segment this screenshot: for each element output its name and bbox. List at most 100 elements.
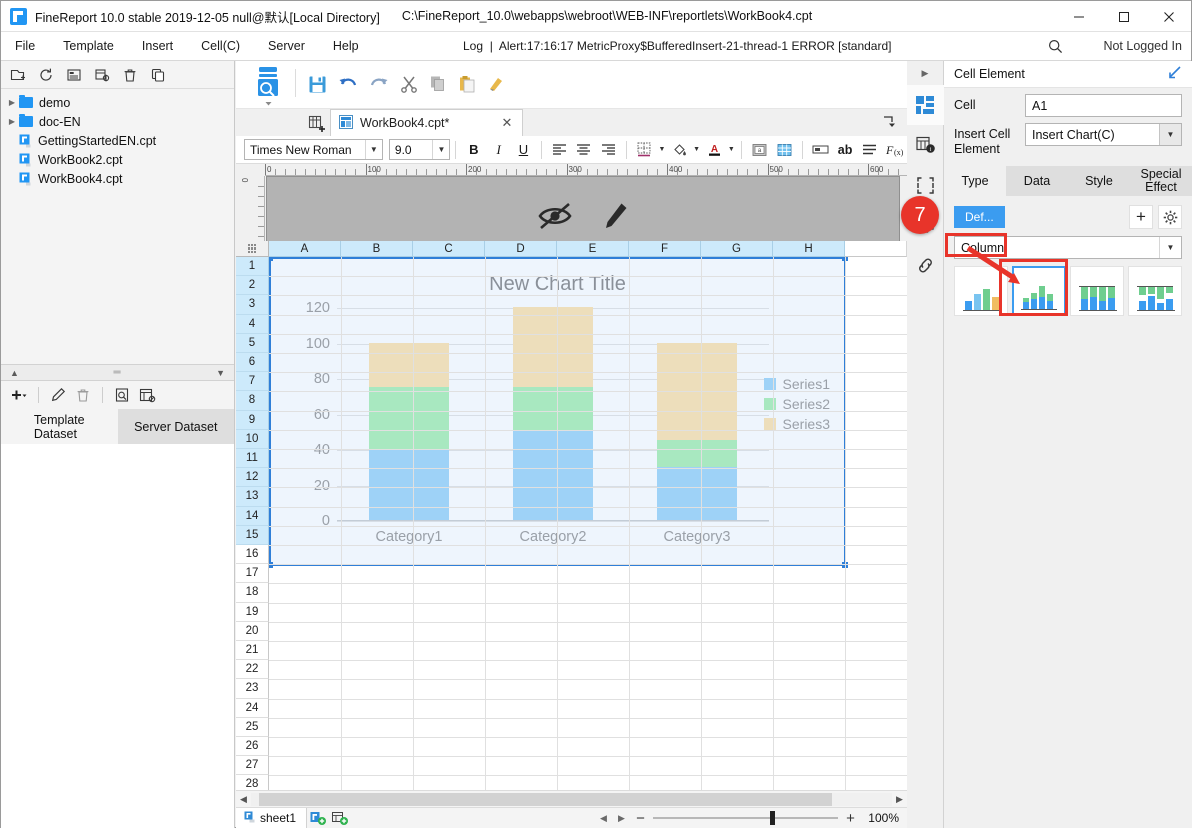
preview-icon[interactable] [249,64,289,109]
plus-icon[interactable]: + [1129,205,1153,229]
hide-eye-icon[interactable] [537,201,573,234]
undo-icon[interactable] [335,71,361,97]
expand-arrow-icon[interactable] [1167,65,1182,83]
chevron-down-icon[interactable]: ▼ [432,140,449,159]
menu-item-help[interactable]: Help [319,32,373,61]
chevron-right-icon[interactable]: ▶ [5,98,19,107]
chart-bar-segment[interactable] [369,386,449,449]
collapse-arrow-icon[interactable]: ▶ [907,61,943,85]
chart-bar-segment[interactable] [369,342,449,387]
text-ab-icon[interactable]: ab [833,138,858,162]
copy-icon[interactable] [425,71,451,97]
config-icon[interactable] [91,64,113,86]
next-sheet-icon[interactable]: ▶ [615,813,628,824]
minimize-button[interactable] [1056,1,1101,32]
horizontal-ruler[interactable]: 0 100 200 300 400 500 600 [265,164,907,176]
chart-bar-segment[interactable] [513,307,593,387]
chevron-down-icon[interactable]: ▼ [1159,237,1181,258]
column-header-g[interactable]: G [701,241,773,257]
cell-attribute-icon[interactable]: i [907,125,944,165]
row-header-16[interactable]: 16 [236,545,269,565]
delete-icon[interactable] [119,64,141,86]
chart-bar-segment[interactable] [369,449,449,520]
cell-attr-icon[interactable] [808,138,833,162]
close-button[interactable] [1146,1,1191,32]
column-header-f[interactable]: F [629,241,701,257]
row-header-26[interactable]: 26 [236,737,269,757]
select-all-corner[interactable] [236,241,269,257]
scroll-thumb[interactable] [259,792,832,806]
row-header-10[interactable]: 10 [236,429,269,449]
collapse-down-icon[interactable]: ▼ [216,368,225,378]
column-header-c[interactable]: C [413,241,485,257]
chevron-down-icon[interactable]: ▼ [726,146,736,153]
font-family-select[interactable]: Times New Roman ▼ [244,139,383,160]
row-header-8[interactable]: 8 [236,391,269,411]
tree-node-gettingstarted[interactable]: GettingStartedEN.cpt [1,131,234,150]
border-icon[interactable] [632,138,657,162]
insert-cell-element-select[interactable]: Insert Chart(C) ▼ [1025,123,1182,146]
scroll-right-icon[interactable]: ▶ [892,794,907,805]
add-dataset-icon[interactable] [8,384,30,406]
column-header-h[interactable]: H [773,241,845,257]
row-header-11[interactable]: 11 [236,449,269,469]
chart-bar-segment[interactable] [657,440,737,467]
row-header-17[interactable]: 17 [236,564,269,584]
menu-item-file[interactable]: File [1,32,49,61]
preview-dataset-icon[interactable] [111,384,133,406]
refresh-icon[interactable] [35,64,57,86]
new-sheet-icon[interactable] [304,111,329,136]
hyperlink-icon[interactable] [907,245,944,285]
row-header-12[interactable]: 12 [236,468,269,488]
row-header-9[interactable]: 9 [236,410,269,430]
row-header-4[interactable]: 4 [236,314,269,334]
underline-button[interactable]: U [511,138,536,162]
row-header-1[interactable]: 1 [236,257,269,277]
close-icon[interactable]: ✕ [500,115,514,131]
column-header-d[interactable]: D [485,241,557,257]
formula-icon[interactable]: F (x) [882,138,907,162]
search-icon[interactable] [1048,39,1063,54]
row-header-13[interactable]: 13 [236,487,269,507]
tab-template-dataset[interactable]: Template Dataset [1,409,118,444]
row-header-21[interactable]: 21 [236,641,269,661]
fill-color-icon[interactable] [667,138,692,162]
resize-handle-nw[interactable] [269,257,273,261]
tree-node-demo[interactable]: ▶ demo [1,93,234,112]
cell-input[interactable]: A1 [1025,94,1182,117]
row-header-3[interactable]: 3 [236,295,269,315]
template-list-icon[interactable] [63,64,85,86]
row-header-5[interactable]: 5 [236,333,269,353]
column-header-b[interactable]: B [341,241,413,257]
format-painter-icon[interactable] [483,71,509,97]
chevron-down-icon[interactable]: ▼ [1159,124,1181,145]
save-icon[interactable] [304,71,330,97]
tree-node-workbook4[interactable]: WorkBook4.cpt [1,169,234,188]
chart-bar-segment[interactable] [657,466,737,520]
column-header-overflow[interactable] [845,241,907,257]
row-header-18[interactable]: 18 [236,583,269,603]
row-header-22[interactable]: 22 [236,660,269,680]
bold-button[interactable]: B [461,138,486,162]
tab-server-dataset[interactable]: Server Dataset [117,409,234,444]
tab-special-effect[interactable]: Special Effect [1130,166,1192,196]
copy-icon[interactable] [147,64,169,86]
row-header-15[interactable]: 15 [236,525,269,545]
tree-node-workbook2[interactable]: WorkBook2.cpt [1,150,234,169]
prev-sheet-icon[interactable]: ◀ [597,813,610,824]
paste-icon[interactable] [454,71,480,97]
panel-splitter[interactable]: ▲ ═ ▼ [1,364,234,381]
chart-bar[interactable] [369,342,449,520]
cell-element-icon[interactable] [907,85,944,125]
row-header-14[interactable]: 14 [236,506,269,526]
menu-item-template[interactable]: Template [49,32,128,61]
align-right-icon[interactable] [596,138,621,162]
scroll-left-icon[interactable]: ◀ [236,794,251,805]
align-center-icon[interactable] [572,138,597,162]
tab-overflow-icon[interactable] [883,115,896,131]
row-header-23[interactable]: 23 [236,679,269,699]
chevron-down-icon[interactable]: ▼ [364,140,382,159]
row-header-7[interactable]: 7 [236,372,269,392]
row-header-2[interactable]: 2 [236,276,269,296]
default-chart-button[interactable]: Def... [954,206,1005,228]
